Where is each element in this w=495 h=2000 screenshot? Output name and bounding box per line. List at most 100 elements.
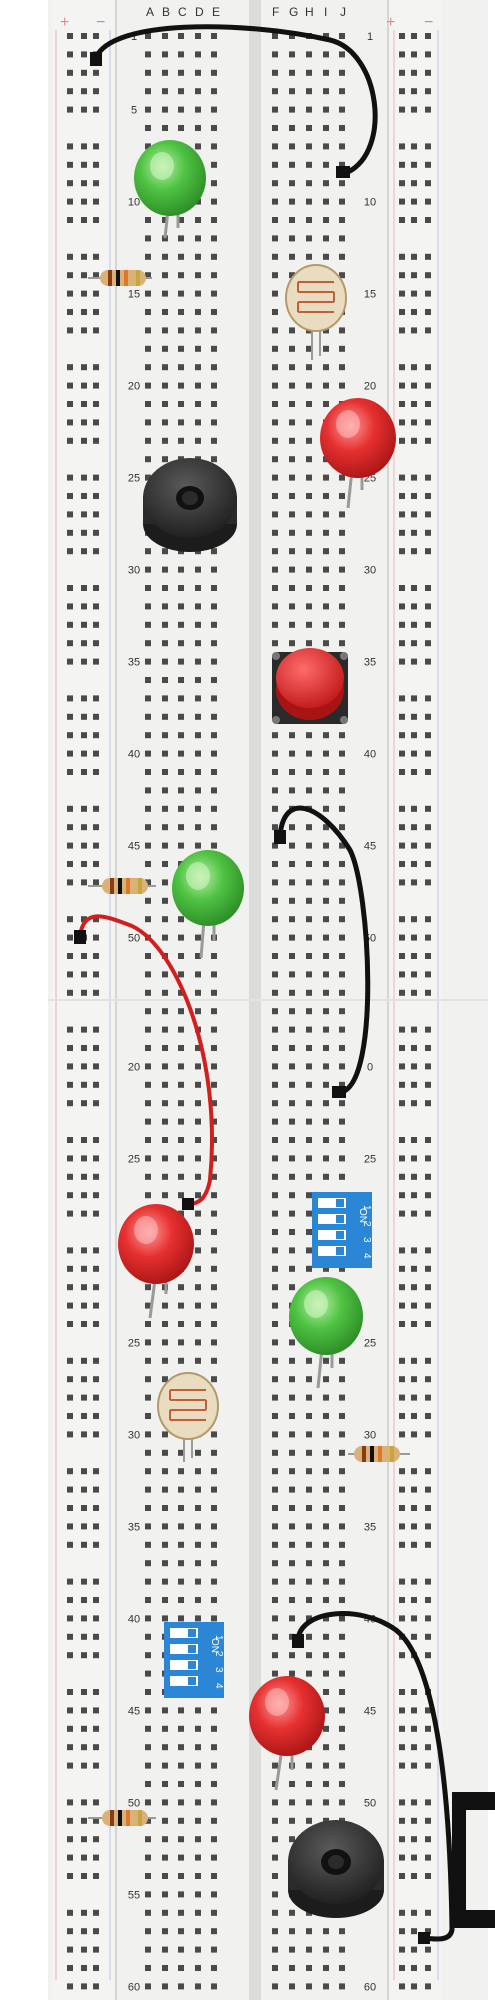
breadboard-hole — [339, 879, 345, 886]
breadboard-hole — [425, 1744, 431, 1751]
breadboard-hole — [93, 934, 99, 941]
breadboard-hole — [81, 327, 87, 334]
breadboard-hole — [339, 33, 345, 39]
breadboard-hole — [411, 382, 417, 389]
row-label-left: 60 — [128, 1981, 140, 1993]
breadboard-hole — [399, 1854, 405, 1861]
row-label-left: 35 — [128, 1521, 140, 1533]
breadboard-hole — [425, 971, 431, 978]
breadboard-hole — [178, 640, 184, 647]
breadboard-hole — [339, 769, 345, 775]
breadboard-hole — [195, 419, 201, 426]
breadboard-hole — [411, 713, 417, 720]
breadboard-hole — [93, 437, 99, 444]
breadboard-hole — [162, 125, 168, 131]
breadboard-hole — [399, 1597, 405, 1603]
breadboard-hole — [306, 640, 312, 647]
breadboard-hole — [81, 1173, 87, 1180]
breadboard-hole — [145, 382, 151, 389]
breadboard-hole — [425, 1578, 431, 1585]
breadboard-hole — [93, 33, 99, 39]
breadboard-hole — [81, 1946, 87, 1953]
breadboard-hole — [67, 989, 73, 996]
breadboard-hole — [425, 1284, 431, 1291]
breadboard-hole — [272, 1541, 278, 1548]
breadboard-hole — [289, 1284, 295, 1291]
breadboard-hole — [306, 198, 312, 205]
breadboard-hole — [339, 1137, 345, 1143]
breadboard-hole — [178, 1946, 184, 1953]
breadboard-hole — [306, 143, 312, 150]
breadboard-hole — [81, 1505, 87, 1511]
breadboard-hole — [425, 1357, 431, 1364]
breadboard-hole — [289, 1799, 295, 1806]
breadboard-hole — [339, 1983, 345, 1990]
breadboard-hole — [411, 1357, 417, 1364]
breadboard-hole — [178, 1523, 184, 1530]
breadboard-hole — [411, 1578, 417, 1585]
breadboard-hole — [306, 1247, 312, 1254]
breadboard-hole — [272, 1983, 278, 1990]
breadboard-hole — [178, 1597, 184, 1603]
breadboard-hole — [323, 1744, 329, 1751]
breadboard-hole — [81, 161, 87, 168]
breadboard-hole — [399, 161, 405, 168]
breadboard-hole — [411, 180, 417, 187]
breadboard-hole — [399, 1431, 405, 1438]
breadboard-hole — [306, 824, 312, 831]
breadboard-hole — [81, 1394, 87, 1401]
breadboard-hole — [272, 1265, 278, 1272]
breadboard-hole — [93, 493, 99, 499]
breadboard-hole — [399, 511, 405, 518]
breadboard-hole — [178, 1762, 184, 1769]
breadboard-hole — [339, 1431, 345, 1438]
breadboard-hole — [162, 1173, 168, 1180]
breadboard-hole — [67, 824, 73, 831]
breadboard-hole — [272, 1045, 278, 1051]
breadboard-hole — [272, 1173, 278, 1180]
breadboard-hole — [411, 861, 417, 867]
breadboard-hole — [93, 1413, 99, 1419]
breadboard-hole — [339, 1597, 345, 1603]
breadboard-hole — [195, 713, 201, 720]
breadboard-hole — [289, 1597, 295, 1603]
breadboard-hole — [81, 953, 87, 959]
breadboard-hole — [145, 1946, 151, 1953]
breadboard-hole — [425, 180, 431, 187]
breadboard-hole — [306, 1983, 312, 1990]
breadboard-hole — [67, 953, 73, 959]
breadboard-hole — [162, 1560, 168, 1567]
breadboard-hole — [339, 125, 345, 131]
breadboard-hole — [67, 713, 73, 720]
breadboard-hole — [93, 419, 99, 426]
breadboard-hole — [272, 1008, 278, 1015]
breadboard-hole — [339, 327, 345, 334]
breadboard-hole — [145, 566, 151, 573]
col-letter-d: D — [195, 5, 204, 19]
breadboard-hole — [289, 1615, 295, 1622]
breadboard-hole — [93, 824, 99, 831]
breadboard-hole — [145, 1909, 151, 1916]
breadboard-hole — [93, 1265, 99, 1272]
breadboard-hole — [399, 1265, 405, 1272]
breadboard-hole — [162, 1100, 168, 1107]
breadboard-hole — [425, 1762, 431, 1769]
breadboard-hole — [339, 1468, 345, 1475]
breadboard-hole — [425, 916, 431, 923]
row-label-right: 25 — [364, 1153, 376, 1165]
breadboard-hole — [178, 437, 184, 444]
breadboard-hole — [162, 1836, 168, 1843]
breadboard-hole — [289, 953, 295, 959]
breadboard-hole — [81, 842, 87, 849]
breadboard-hole — [323, 548, 329, 555]
col-letter-g: G — [289, 5, 298, 19]
breadboard-hole — [81, 585, 87, 591]
breadboard-hole — [339, 1118, 345, 1125]
breadboard-hole — [306, 1413, 312, 1419]
breadboard-hole — [306, 1173, 312, 1180]
breadboard-hole — [399, 1689, 405, 1695]
breadboard-hole — [339, 824, 345, 831]
breadboard-hole — [145, 1689, 151, 1695]
breadboard-hole — [81, 732, 87, 739]
breadboard-hole — [67, 401, 73, 407]
